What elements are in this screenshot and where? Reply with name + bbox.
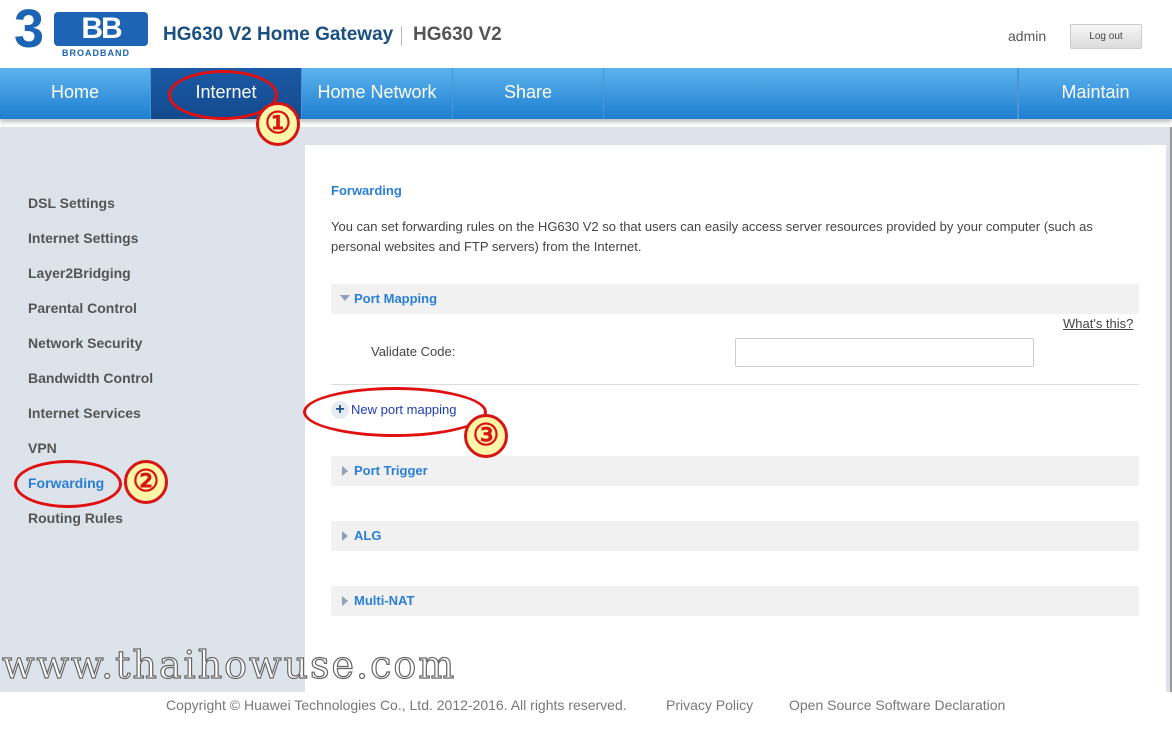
annotation-ring-new-mapping: [303, 387, 487, 437]
page-description: You can set forwarding rules on the HG63…: [331, 219, 1093, 254]
sidebar-item-vpn[interactable]: VPN: [28, 440, 57, 456]
logo-three: 3: [14, 0, 44, 59]
accordion-label: Port Trigger: [354, 463, 428, 478]
nav-tab-share[interactable]: Share: [453, 68, 604, 119]
logo-tagline: BROADBAND: [62, 48, 130, 58]
accordion-label: Multi-NAT: [354, 593, 415, 608]
annotation-badge-1: ①: [256, 102, 300, 146]
sidebar-item-bandwidth-control[interactable]: Bandwidth Control: [28, 370, 153, 386]
nav-spacer: [604, 68, 1018, 119]
sidebar-item-dsl-settings[interactable]: DSL Settings: [28, 195, 115, 211]
caret-down-icon: [340, 295, 350, 301]
accordion-port-mapping[interactable]: Port Mapping: [331, 284, 1139, 314]
content-area: DSL Settings Internet Settings Layer2Bri…: [0, 127, 1172, 692]
whats-this-link[interactable]: What's this?: [1063, 316, 1133, 331]
watermark: www.thaihowuse.com: [1, 642, 457, 687]
nav-tab-home-network[interactable]: Home Network: [302, 68, 453, 119]
nav-tab-home[interactable]: Home: [0, 68, 151, 119]
accordion-multi-nat[interactable]: Multi-NAT: [331, 586, 1139, 616]
validate-code-label: Validate Code:: [371, 344, 456, 359]
title-divider: [401, 26, 402, 46]
app-title: HG630 V2 Home Gateway: [163, 24, 394, 45]
annotation-badge-3: ③: [464, 414, 508, 458]
annotation-badge-2: ②: [124, 460, 168, 504]
logout-button[interactable]: Log out: [1070, 24, 1142, 49]
accordion-alg[interactable]: ALG: [331, 521, 1139, 551]
sidebar: DSL Settings Internet Settings Layer2Bri…: [0, 127, 305, 692]
header: 3 BB BROADBAND HG630 V2 Home Gateway HG6…: [0, 0, 1172, 68]
nav-tab-maintain[interactable]: Maintain: [1018, 68, 1172, 119]
sidebar-item-layer2bridging[interactable]: Layer2Bridging: [28, 265, 131, 281]
annotation-ring-forwarding: [14, 460, 122, 508]
validate-code-input[interactable]: [735, 338, 1034, 367]
logo-bb: BB: [54, 12, 148, 46]
sidebar-item-routing-rules[interactable]: Routing Rules: [28, 510, 123, 526]
username-label: admin: [1008, 28, 1047, 44]
model-name: HG630 V2: [413, 24, 502, 45]
caret-right-icon: [342, 466, 348, 476]
open-source-link[interactable]: Open Source Software Declaration: [789, 697, 1005, 713]
footer: Copyright © Huawei Technologies Co., Ltd…: [0, 692, 1172, 732]
copyright-text: Copyright © Huawei Technologies Co., Ltd…: [166, 697, 627, 713]
sidebar-item-internet-services[interactable]: Internet Services: [28, 405, 141, 421]
brand-logo[interactable]: 3 BB BROADBAND: [14, 0, 148, 59]
caret-right-icon: [342, 531, 348, 541]
caret-right-icon: [342, 596, 348, 606]
sidebar-item-parental-control[interactable]: Parental Control: [28, 300, 137, 316]
privacy-policy-link[interactable]: Privacy Policy: [666, 697, 753, 713]
accordion-port-trigger[interactable]: Port Trigger: [331, 456, 1139, 486]
accordion-label: Port Mapping: [354, 291, 438, 306]
sidebar-item-network-security[interactable]: Network Security: [28, 335, 142, 351]
divider: [331, 384, 1139, 385]
sidebar-item-internet-settings[interactable]: Internet Settings: [28, 230, 138, 246]
accordion-label: ALG: [354, 528, 382, 543]
page-title: Forwarding: [331, 183, 402, 198]
